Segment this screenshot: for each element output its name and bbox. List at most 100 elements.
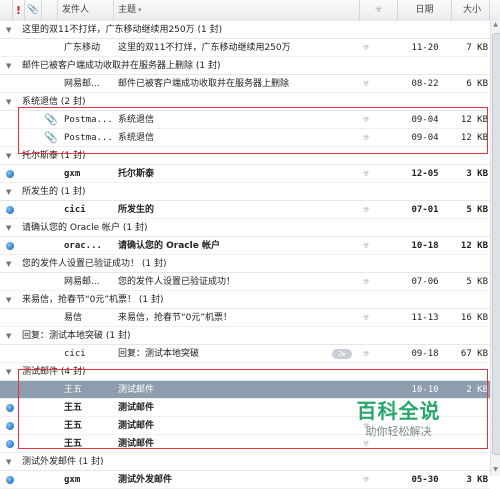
size-cell: 12 KB (460, 241, 488, 251)
subject-cell: 这里的双11不打烊，广东移动继续用250万 (118, 43, 291, 53)
junk-status-icon[interactable]: ☣ (360, 345, 372, 362)
thread-group-row[interactable]: ▼ 您的发件人设置已验证成功！ (1 封) (0, 255, 490, 273)
thread-column-header[interactable] (0, 0, 13, 21)
vertical-scrollbar[interactable]: ▲ ▼ (490, 21, 500, 476)
subject-column-header[interactable]: 主题 ▾ (114, 0, 360, 21)
thread-group-title: 请确认您的 Oracle 帐户 (1 封) (22, 223, 148, 233)
message-row[interactable]: 易信 来易信，抢春节“0元”机票！ ☣ 11-13 16 KB (0, 309, 490, 327)
collapse-triangle-icon[interactable]: ▼ (6, 453, 16, 470)
thread-group-row[interactable]: ▼ 请确认您的 Oracle 帐户 (1 封) (0, 219, 490, 237)
watermark-logo: 百科全说 助你轻松解决 (331, 398, 466, 448)
watermark-title: 百科全说 (356, 399, 441, 423)
sender-header-label: 发件人 (62, 5, 90, 15)
date-cell: 05-30 (411, 475, 439, 485)
junk-status-icon[interactable]: ☣ (360, 201, 372, 218)
message-row[interactable]: orac... 请确认您的 Oracle 帐户 ☣ 10-18 12 KB (0, 237, 490, 255)
scroll-up-arrow-icon[interactable]: ▲ (491, 21, 500, 31)
sender-cell: cici (64, 349, 86, 359)
collapse-triangle-icon[interactable]: ▼ (6, 291, 16, 308)
message-row[interactable]: 📎 Postma... 系统退信 ☣ 09-04 12 KB (0, 111, 490, 129)
size-cell: 5 KB (466, 205, 488, 215)
size-cell: 12 KB (460, 133, 488, 143)
collapse-triangle-icon[interactable]: ▼ (6, 219, 16, 236)
thread-group-row[interactable]: ▼ 邮件已被客户端成功收取并在服务器上删除 (1 封) (0, 57, 490, 75)
sort-chevron-icon: ▾ (138, 6, 142, 14)
junk-icon: ☣ (374, 5, 383, 15)
message-row[interactable]: cici 回复：测试本地突破 ☣ 2▸ 09-18 67 KB (0, 345, 490, 363)
message-row[interactable]: 网易邮... 您的发件人设置已验证成功！ ☣ 07-06 5 KB (0, 273, 490, 291)
junk-status-icon[interactable]: ☣ (360, 129, 372, 146)
junk-status-icon[interactable]: ☣ (360, 471, 372, 488)
message-row-selected[interactable]: 王五 测试邮件 10-10 2 KB (0, 381, 490, 399)
collapse-triangle-icon[interactable]: ▼ (6, 363, 16, 380)
sender-cell: cici (64, 205, 86, 215)
attachment-column-header[interactable]: 📎 (25, 0, 42, 21)
junk-column-header[interactable]: ☣ (360, 0, 398, 21)
paperclip-icon: 📎 (27, 5, 39, 15)
collapse-triangle-icon[interactable]: ▼ (6, 57, 16, 74)
thread-group-row[interactable]: ▼ 测试外发邮件 (1 封) (0, 453, 490, 471)
date-header-label: 日期 (415, 5, 434, 15)
junk-status-icon[interactable]: ☣ (360, 237, 372, 254)
message-row[interactable]: 📎 Postma... 系统退信 ☣ 09-04 12 KB (0, 129, 490, 147)
collapse-triangle-icon[interactable]: ▼ (6, 183, 16, 200)
size-cell: 2 KB (466, 385, 488, 395)
junk-status-icon[interactable]: ☣ (360, 75, 372, 92)
thread-group-row[interactable]: ▼ 所发生的 (1 封) (0, 183, 490, 201)
junk-status-icon[interactable]: ☣ (360, 111, 372, 128)
size-cell: 3 KB (466, 475, 488, 485)
sender-cell: 王五 (64, 439, 83, 449)
message-row[interactable]: 网易邮... 邮件已被客户端成功收取并在服务器上删除 ☣ 08-22 6 KB (0, 75, 490, 93)
thread-group-row[interactable]: ▼ 测试邮件 (4 封) (0, 363, 490, 381)
collapse-triangle-icon[interactable]: ▼ (6, 21, 16, 38)
unread-dot-icon (6, 404, 14, 412)
watermark-subtitle: 助你轻松解决 (365, 425, 432, 438)
message-row[interactable]: cici 所发生的 ☣ 07-01 5 KB (0, 201, 490, 219)
thread-group-row[interactable]: ▼ 托尔斯泰 (1 封) (0, 147, 490, 165)
collapse-triangle-icon[interactable]: ▼ (6, 255, 16, 272)
message-row[interactable]: gxm 测试外发邮件 ☣ 05-30 3 KB (0, 471, 490, 489)
collapse-triangle-icon[interactable]: ▼ (6, 93, 16, 110)
date-cell: 11-13 (411, 313, 439, 323)
thread-group-row[interactable]: ▼ 来易信，抢春节“0元”机票！ (1 封) (0, 291, 490, 309)
unread-dot-icon (6, 206, 14, 214)
thread-count-badge[interactable]: 2▸ (332, 349, 352, 359)
thread-group-row[interactable]: ▼ 这里的双11不打烊，广东移动继续用250万 (1 封) (0, 21, 490, 39)
subject-cell: 您的发件人设置已验证成功！ (118, 277, 236, 287)
subject-cell: 请确认您的 Oracle 帐户 (118, 241, 220, 251)
message-row[interactable]: gxm 托尔斯泰 ☣ 12-05 3 KB (0, 165, 490, 183)
thread-group-title: 邮件已被客户端成功收取并在服务器上删除 (1 封) (22, 61, 221, 71)
subject-header-label: 主题 (118, 5, 137, 15)
size-cell: 12 KB (460, 115, 488, 125)
junk-status-icon[interactable]: ☣ (360, 39, 372, 56)
column-header-bar: ! 📎 发件人 主题 ▾ ☣ 日期 大小 (0, 0, 500, 22)
junk-status-icon[interactable]: ☣ (360, 309, 372, 326)
date-cell: 10-10 (411, 385, 439, 395)
scroll-down-arrow-icon[interactable]: ▼ (491, 466, 500, 476)
collapse-triangle-icon[interactable]: ▼ (6, 147, 16, 164)
junk-status-icon[interactable]: ☣ (360, 273, 372, 290)
unread-dot-icon (6, 440, 14, 448)
column-picker[interactable] (490, 0, 500, 21)
sender-cell: 王五 (64, 403, 83, 413)
scrollbar-thumb[interactable] (492, 33, 500, 455)
subject-cell: 系统退信 (118, 133, 155, 143)
message-row[interactable]: 广东移动 这里的双11不打烊，广东移动继续用250万 ☣ 11-20 7 KB (0, 39, 490, 57)
collapse-triangle-icon[interactable]: ▼ (6, 327, 16, 344)
sender-cell: 易信 (64, 313, 83, 323)
thread-group-row[interactable]: ▼ 回复：测试本地突破 (1 封) (0, 327, 490, 345)
sender-column-header[interactable]: 发件人 (58, 0, 114, 21)
unread-dot-icon (6, 422, 14, 430)
size-cell: 67 KB (460, 349, 488, 359)
junk-status-icon[interactable]: ☣ (360, 165, 372, 182)
flag-column-header[interactable]: ! (13, 0, 25, 21)
date-column-header[interactable]: 日期 (398, 0, 452, 21)
date-cell: 08-22 (411, 79, 439, 89)
read-column-header[interactable] (42, 0, 58, 21)
sender-cell: 网易邮... (64, 79, 100, 89)
thread-group-row[interactable]: ▼ 系统退信 (2 封) (0, 93, 490, 111)
size-column-header[interactable]: 大小 (452, 0, 490, 21)
subject-cell: 来易信，抢春节“0元”机票！ (118, 313, 233, 323)
subject-cell: 邮件已被客户端成功收取并在服务器上删除 (118, 79, 290, 89)
attachment-icon: 📎 (44, 113, 58, 126)
